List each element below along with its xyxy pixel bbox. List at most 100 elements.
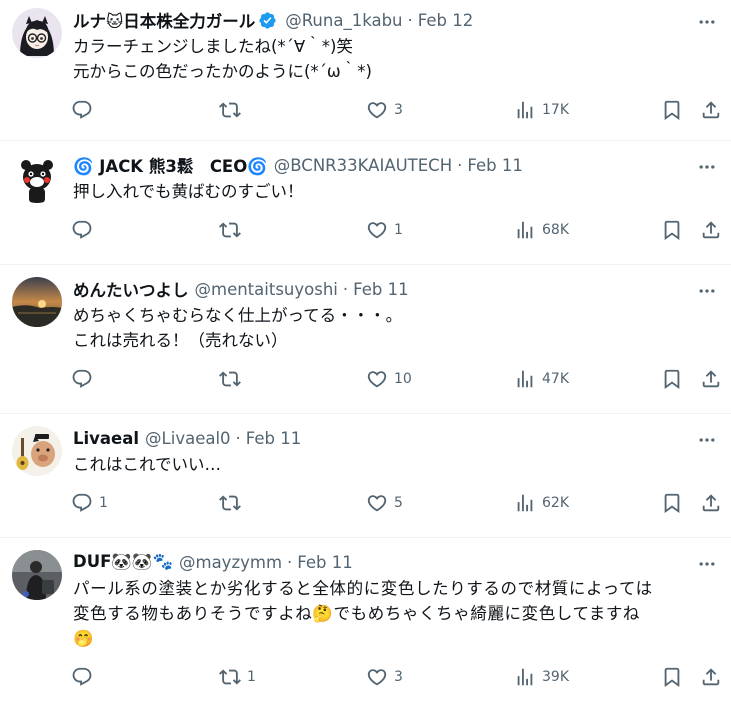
- views-count: 17K: [542, 102, 569, 118]
- tweet-date[interactable]: Feb 11: [297, 553, 352, 572]
- tweet-header: Livaeal @Livaeal0 · Feb 11: [73, 426, 715, 450]
- more-icon: [699, 289, 715, 293]
- reply-count: 1: [99, 495, 108, 511]
- like-button[interactable]: 3: [366, 666, 403, 688]
- bookmark-button[interactable]: [661, 492, 683, 514]
- analytics-icon: [517, 101, 533, 119]
- bookmark-icon: [664, 667, 680, 688]
- avatar[interactable]: [12, 8, 62, 58]
- reply-button[interactable]: [71, 368, 99, 390]
- share-button[interactable]: [700, 368, 722, 390]
- share-button[interactable]: [700, 492, 722, 514]
- heart-icon: [367, 102, 387, 119]
- avatar[interactable]: [12, 277, 62, 327]
- bookmark-button[interactable]: [661, 368, 683, 390]
- tweet[interactable]: DUF🐼🐼🐾 @mayzymm · Feb 11 パール系の塗装とか劣化すると全…: [0, 538, 731, 720]
- reply-icon: [72, 667, 92, 686]
- sunset-avatar-icon: [12, 277, 62, 327]
- bookmark-icon: [664, 100, 680, 121]
- heart-icon: [367, 222, 387, 239]
- display-name[interactable]: 🌀 JACK 熊3鬆 CEO🌀: [73, 153, 268, 177]
- tweet-header: 🌀 JACK 熊3鬆 CEO🌀 @BCNR33KAIAUTECH · Feb 1…: [73, 153, 715, 177]
- reply-icon: [72, 100, 92, 119]
- heart-icon: [367, 495, 387, 512]
- more-options-button[interactable]: [697, 12, 717, 32]
- share-icon: [702, 494, 720, 512]
- separator-dot: ·: [235, 428, 241, 448]
- tweet-date[interactable]: Feb 11: [353, 280, 408, 299]
- retweet-button[interactable]: [219, 492, 247, 514]
- retweet-icon: [219, 495, 241, 511]
- retweet-button[interactable]: [219, 219, 247, 241]
- views-count: 62K: [542, 495, 569, 511]
- like-count: 3: [394, 102, 403, 118]
- views-button[interactable]: 17K: [514, 99, 569, 121]
- bookmark-icon: [664, 369, 680, 390]
- display-name[interactable]: めんたいつよし: [73, 277, 189, 301]
- more-icon: [699, 165, 715, 169]
- views-button[interactable]: 62K: [514, 492, 569, 514]
- display-name[interactable]: DUF🐼🐼🐾: [73, 552, 173, 572]
- bookmark-icon: [664, 220, 680, 241]
- views-button[interactable]: 47K: [514, 368, 569, 390]
- more-options-button[interactable]: [697, 430, 717, 450]
- like-button[interactable]: 10: [366, 368, 412, 390]
- bookmark-button[interactable]: [661, 99, 683, 121]
- tweet-text-line: 🤭: [73, 629, 95, 648]
- tweet-actions: 10 47K: [71, 353, 720, 407]
- analytics-icon: [517, 494, 533, 512]
- tweet-date[interactable]: Feb 12: [418, 11, 473, 30]
- reply-button[interactable]: 1: [71, 492, 108, 514]
- tweet[interactable]: Livaeal @Livaeal0 · Feb 11 これはこれでいい… 1 5: [0, 414, 731, 538]
- avatar[interactable]: [12, 426, 62, 476]
- more-options-button[interactable]: [697, 157, 717, 177]
- more-options-button[interactable]: [697, 554, 717, 574]
- bookmark-button[interactable]: [661, 666, 683, 688]
- like-button[interactable]: 3: [366, 99, 403, 121]
- user-handle[interactable]: @mayzymm: [179, 553, 282, 572]
- tweet-text-line: これは売れる！（売れない）: [73, 331, 288, 350]
- tweet-actions: 1 3 39K: [71, 651, 720, 705]
- tweet[interactable]: ルナ🐱日本株全力ガール @Runa_1kabu · Feb 12 カラーチェンジ…: [0, 0, 731, 141]
- like-count: 3: [394, 669, 403, 685]
- pig-guitar-avatar-icon: [12, 426, 62, 476]
- display-name[interactable]: Livaeal: [73, 429, 139, 448]
- tweet[interactable]: めんたいつよし @mentaitsuyoshi · Feb 11 めちゃくちゃむ…: [0, 265, 731, 414]
- heart-icon: [367, 371, 387, 388]
- retweet-icon: [219, 669, 241, 685]
- reply-button[interactable]: [71, 99, 99, 121]
- tweet-date[interactable]: Feb 11: [246, 429, 301, 448]
- reply-button[interactable]: [71, 666, 99, 688]
- retweet-button[interactable]: [219, 368, 247, 390]
- display-name[interactable]: ルナ🐱日本株全力ガール: [73, 8, 255, 32]
- separator-dot: ·: [407, 10, 413, 30]
- reply-icon: [72, 369, 92, 388]
- like-button[interactable]: 1: [366, 219, 403, 241]
- tweet-date[interactable]: Feb 11: [467, 156, 522, 175]
- user-handle[interactable]: @BCNR33KAIAUTECH: [274, 156, 452, 175]
- retweet-icon: [219, 371, 241, 387]
- share-button[interactable]: [700, 99, 722, 121]
- user-handle[interactable]: @Runa_1kabu: [285, 11, 402, 30]
- tweet-text: これはこれでいい…: [73, 452, 715, 477]
- share-button[interactable]: [700, 666, 722, 688]
- like-button[interactable]: 5: [366, 492, 403, 514]
- avatar[interactable]: [12, 153, 62, 203]
- tweet-text-line: めちゃくちゃむらなく仕上がってる・・・。: [73, 306, 403, 325]
- tweet-text: 押し入れでも黄ばむのすごい！: [73, 179, 715, 204]
- user-handle[interactable]: @mentaitsuyoshi: [195, 280, 338, 299]
- tweet[interactable]: 🌀 JACK 熊3鬆 CEO🌀 @BCNR33KAIAUTECH · Feb 1…: [0, 141, 731, 265]
- views-button[interactable]: 39K: [514, 666, 569, 688]
- user-handle[interactable]: @Livaeal0: [145, 429, 231, 448]
- retweet-button[interactable]: [219, 99, 247, 121]
- more-options-button[interactable]: [697, 281, 717, 301]
- reply-button[interactable]: [71, 219, 99, 241]
- share-button[interactable]: [700, 219, 722, 241]
- avatar[interactable]: [12, 550, 62, 600]
- tweet-actions: 3 17K: [71, 84, 720, 138]
- views-button[interactable]: 68K: [514, 219, 569, 241]
- tweet-actions: 1 68K: [71, 204, 720, 258]
- bookmark-button[interactable]: [661, 219, 683, 241]
- share-icon: [702, 221, 720, 239]
- retweet-button[interactable]: 1: [219, 666, 256, 688]
